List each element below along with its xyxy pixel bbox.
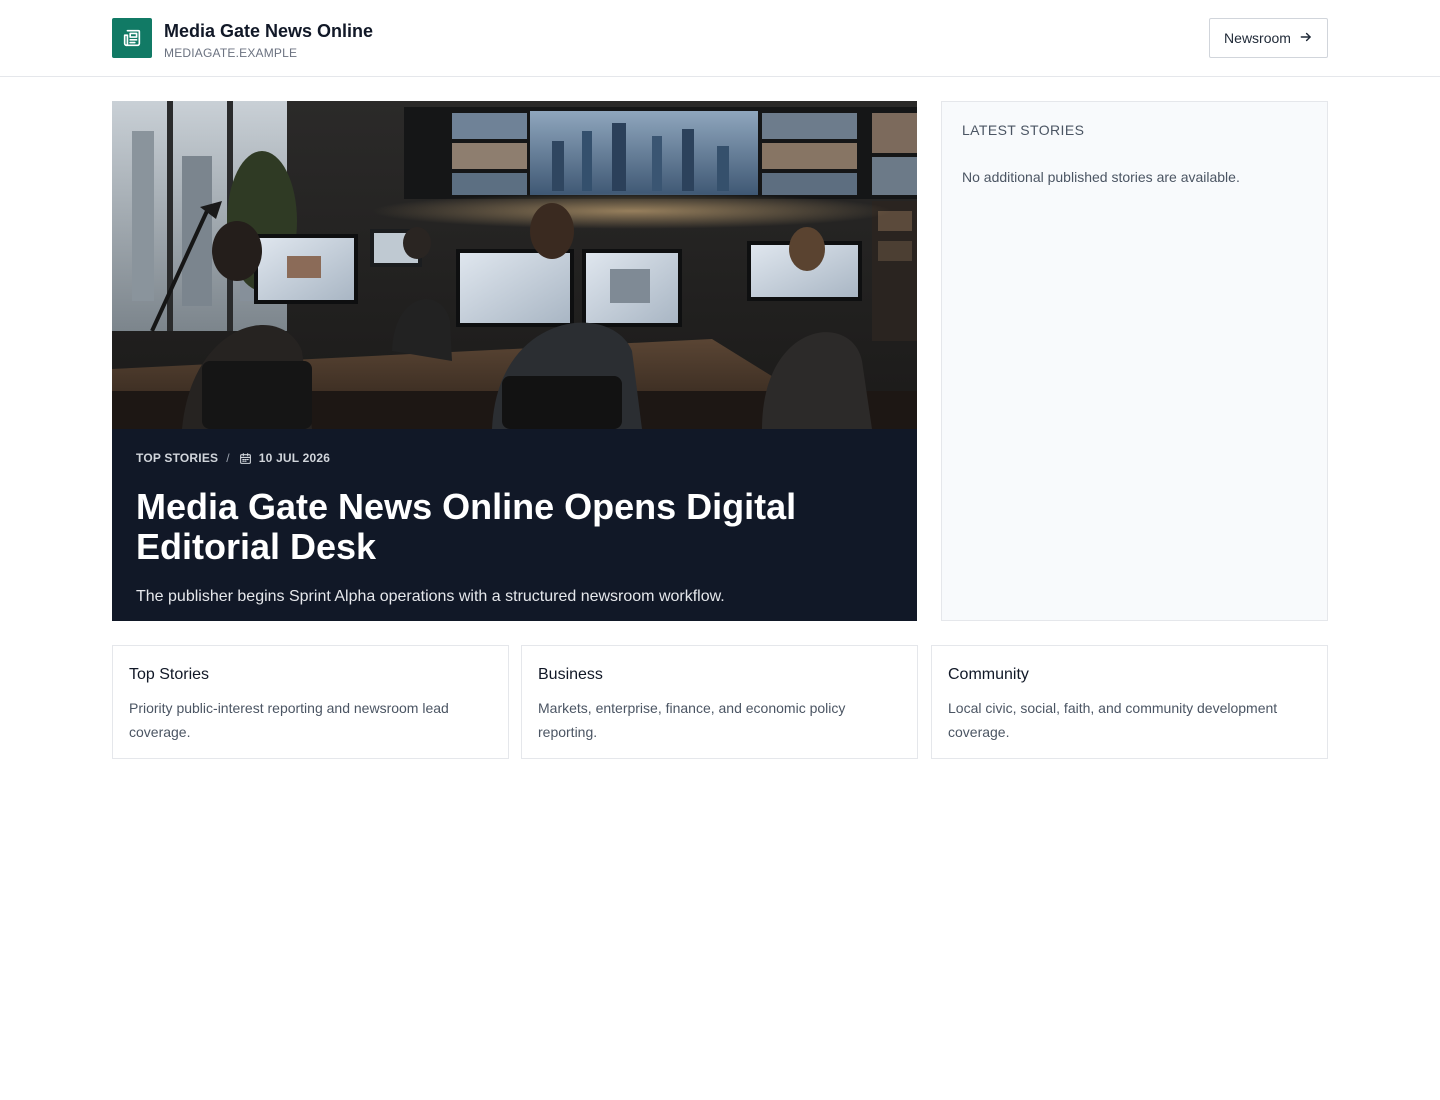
category-cards: Top Stories Priority public-interest rep… (112, 645, 1328, 759)
category-title: Community (948, 666, 1029, 683)
category-description: Local civic, social, faith, and communit… (948, 700, 1278, 740)
story-date: 10 JUL 2026 (258, 451, 331, 465)
latest-stories-panel: LATEST STORIES No additional published s… (941, 101, 1328, 621)
newspaper-icon (112, 18, 152, 58)
story-headline[interactable]: Media Gate News Online Opens Digital Edi… (136, 487, 856, 567)
category-card-top-stories[interactable]: Top Stories Priority public-interest rep… (112, 645, 509, 759)
newsroom-button[interactable]: Newsroom (1209, 18, 1328, 58)
latest-stories-empty-message: No additional published stories are avai… (962, 169, 1240, 185)
category-card-community[interactable]: Community Local civic, social, faith, an… (931, 645, 1328, 759)
category-description: Markets, enterprise, finance, and econom… (538, 700, 846, 740)
category-card-business[interactable]: Business Markets, enterprise, finance, a… (521, 645, 918, 759)
hero-image (112, 101, 917, 429)
featured-story[interactable]: TOP STORIES / 10 JUL 2026 Media Gate New… (112, 101, 917, 621)
site-header: Media Gate News Online MEDIAGATE.EXAMPLE… (0, 0, 1440, 77)
meta-separator: / (226, 451, 230, 465)
category-title: Top Stories (129, 666, 210, 683)
story-category[interactable]: TOP STORIES (136, 451, 218, 465)
site-domain: MEDIAGATE.EXAMPLE (164, 46, 298, 60)
newsroom-button-label: Newsroom (1224, 30, 1291, 46)
story-summary: The publisher begins Sprint Alpha operat… (136, 588, 725, 605)
brand[interactable]: Media Gate News Online MEDIAGATE.EXAMPLE (112, 18, 373, 61)
arrow-right-icon (1299, 30, 1313, 47)
site-name: Media Gate News Online (164, 21, 374, 41)
calendar-icon (239, 452, 252, 465)
hero-body: TOP STORIES / 10 JUL 2026 Media Gate New… (112, 429, 917, 621)
category-description: Priority public-interest reporting and n… (129, 700, 449, 740)
story-meta: TOP STORIES / 10 JUL 2026 (136, 451, 893, 465)
latest-stories-title: LATEST STORIES (962, 122, 1085, 138)
category-title: Business (538, 666, 603, 683)
